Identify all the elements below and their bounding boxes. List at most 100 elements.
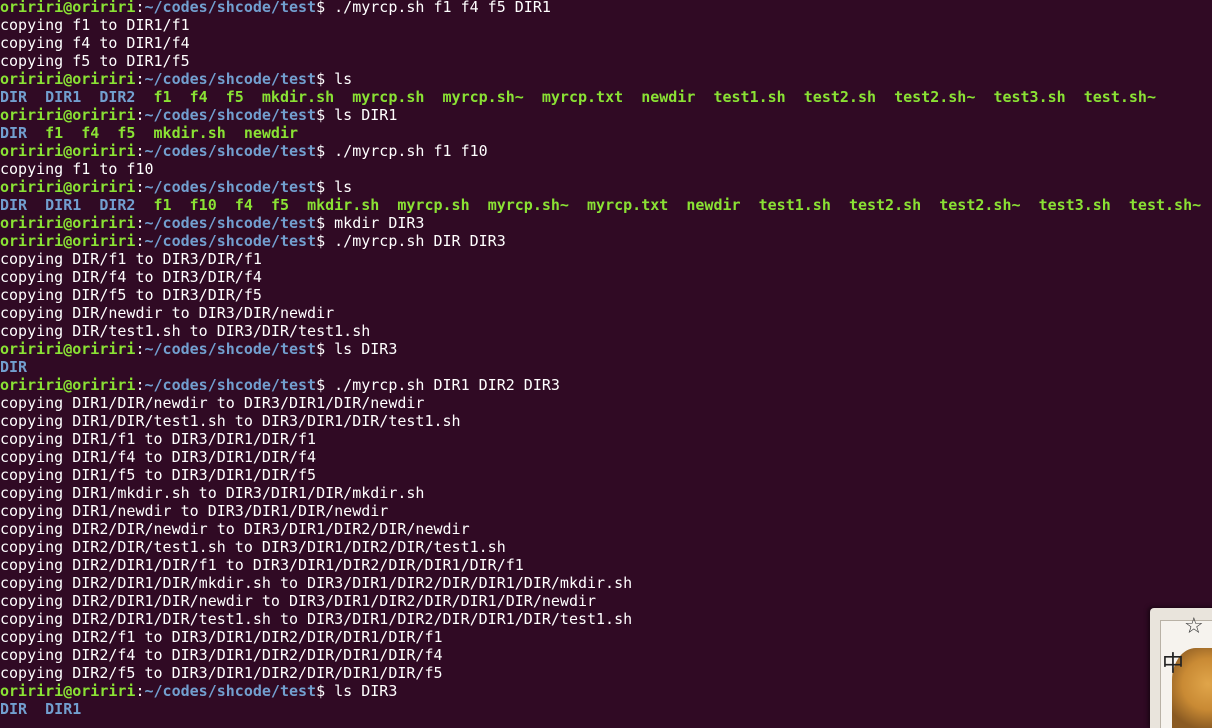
ls-separator xyxy=(741,196,759,214)
output-line: copying DIR/f4 to DIR3/DIR/f4 xyxy=(0,268,262,286)
prompt-symbol: $ xyxy=(316,340,335,358)
prompt-colon: : xyxy=(135,178,145,196)
output-line: copying f5 to DIR1/f5 xyxy=(0,52,190,70)
output-line: copying f1 to DIR1/f1 xyxy=(0,16,190,34)
ls-directory-entry: DIR2 xyxy=(99,196,136,214)
ls-directory-entry: DIR2 xyxy=(99,88,136,106)
prompt-user: oririri@oririri xyxy=(0,106,136,124)
output-line: copying DIR2/f4 to DIR3/DIR1/DIR2/DIR/DI… xyxy=(0,646,443,664)
prompt-colon: : xyxy=(135,0,145,16)
output-line: copying DIR/test1.sh to DIR3/DIR/test1.s… xyxy=(0,322,371,340)
prompt-symbol: $ xyxy=(316,142,335,160)
ls-separator xyxy=(172,88,190,106)
prompt-colon: : xyxy=(135,142,145,160)
prompt-colon: : xyxy=(135,682,145,700)
ls-separator xyxy=(668,196,686,214)
ls-file-entry: f5 xyxy=(117,124,136,142)
prompt-path: ~/codes/shcode/test xyxy=(144,106,317,124)
ls-file-entry: test3.sh xyxy=(993,88,1066,106)
ls-directory-entry: DIR xyxy=(0,124,28,142)
ls-file-entry: f4 xyxy=(189,88,208,106)
ls-file-entry: newdir xyxy=(641,88,696,106)
ls-file-entry: newdir xyxy=(243,124,299,142)
output-line: copying DIR2/DIR1/DIR/test1.sh to DIR3/D… xyxy=(0,610,633,628)
prompt-line: oririri@oririri:~/codes/shcode/test$ ./m… xyxy=(0,142,1212,160)
ls-file-entry: test1.sh xyxy=(713,88,786,106)
output-line: copying DIR/f5 to DIR3/DIR/f5 xyxy=(0,286,262,304)
command-text: ./myrcp.sh f1 f4 f5 DIR1 xyxy=(334,0,551,16)
ls-directory-entry: DIR xyxy=(0,88,28,106)
output-line: copying DIR2/f1 to DIR3/DIR1/DIR2/DIR/DI… xyxy=(0,628,443,646)
prompt-colon: : xyxy=(135,376,145,394)
ls-file-entry: myrcp.sh xyxy=(352,88,425,106)
command-text: mkdir DIR3 xyxy=(334,214,425,232)
ls-directory-entry: DIR1 xyxy=(45,88,82,106)
ls-separator xyxy=(975,88,993,106)
prompt-line: oririri@oririri:~/codes/shcode/test$ ls … xyxy=(0,106,1212,124)
ls-separator xyxy=(27,124,45,142)
prompt-symbol: $ xyxy=(316,232,335,250)
prompt-symbol: $ xyxy=(316,178,335,196)
ls-file-entry: test.sh~ xyxy=(1128,196,1202,214)
prompt-symbol: $ xyxy=(316,106,335,124)
ls-separator xyxy=(831,196,849,214)
prompt-line: oririri@oririri:~/codes/shcode/test$ ls … xyxy=(0,682,1212,700)
output-line: copying DIR1/DIR/newdir to DIR3/DIR1/DIR… xyxy=(0,394,425,412)
prompt-user: oririri@oririri xyxy=(0,0,136,16)
ls-file-entry: f1 xyxy=(153,196,172,214)
prompt-colon: : xyxy=(135,70,145,88)
prompt-path: ~/codes/shcode/test xyxy=(144,70,317,88)
prompt-user: oririri@oririri xyxy=(0,70,136,88)
ls-separator xyxy=(921,196,939,214)
prompt-path: ~/codes/shcode/test xyxy=(144,682,317,700)
ls-file-entry: mkdir.sh xyxy=(153,124,226,142)
ls-separator xyxy=(876,88,894,106)
prompt-line: oririri@oririri:~/codes/shcode/test$ ls xyxy=(0,178,1212,196)
ls-file-entry: myrcp.sh~ xyxy=(442,88,524,106)
prompt-symbol: $ xyxy=(316,376,335,394)
ls-listing: DIR DIR1 xyxy=(0,700,1212,718)
ls-file-entry: test2.sh xyxy=(848,196,922,214)
ls-separator xyxy=(786,88,804,106)
ls-file-entry: mkdir.sh xyxy=(307,196,380,214)
ls-listing: DIR DIR1 DIR2 f1 f4 f5 mkdir.sh myrcp.sh… xyxy=(0,88,1212,106)
ls-separator xyxy=(135,124,153,142)
terminal-output[interactable]: oririri@oririri:~/codes/shcode/test$ ./m… xyxy=(0,0,1212,721)
prompt-colon: : xyxy=(135,214,145,232)
prompt-line: oririri@oririri:~/codes/shcode/test$ ./m… xyxy=(0,376,1212,394)
ls-separator xyxy=(569,196,587,214)
command-text: ./myrcp.sh DIR1 DIR2 DIR3 xyxy=(334,376,560,394)
prompt-user: oririri@oririri xyxy=(0,178,136,196)
prompt-user: oririri@oririri xyxy=(0,682,136,700)
ls-separator xyxy=(1021,196,1039,214)
output-line: copying DIR1/f5 to DIR3/DIR1/DIR/f5 xyxy=(0,466,317,484)
ls-separator xyxy=(289,196,307,214)
ls-file-entry: myrcp.sh xyxy=(397,196,470,214)
command-text: ls DIR3 xyxy=(334,682,398,700)
desktop-thumbnail[interactable]: ☆ 中 xyxy=(1150,608,1212,728)
ls-directory-entry: DIR1 xyxy=(45,700,82,718)
ls-directory-entry: DIR xyxy=(0,196,28,214)
ls-file-entry: test2.sh xyxy=(803,88,877,106)
prompt-path: ~/codes/shcode/test xyxy=(144,142,317,160)
ls-separator xyxy=(208,88,226,106)
prompt-path: ~/codes/shcode/test xyxy=(144,340,317,358)
ls-separator xyxy=(63,124,81,142)
ls-separator xyxy=(27,88,45,106)
output-line: copying DIR1/mkdir.sh to DIR3/DIR1/DIR/m… xyxy=(0,484,425,502)
output-line: copying DIR2/DIR/newdir to DIR3/DIR1/DIR… xyxy=(0,520,470,538)
ls-file-entry: test3.sh xyxy=(1038,196,1111,214)
ls-directory-entry: DIR1 xyxy=(45,196,82,214)
prompt-path: ~/codes/shcode/test xyxy=(144,232,317,250)
output-line: copying DIR1/f4 to DIR3/DIR1/DIR/f4 xyxy=(0,448,317,466)
prompt-line: oririri@oririri:~/codes/shcode/test$ ls xyxy=(0,70,1212,88)
output-line: copying DIR2/DIR1/DIR/mkdir.sh to DIR3/D… xyxy=(0,574,633,592)
star-icon: ☆ xyxy=(1184,614,1204,639)
ls-separator xyxy=(27,700,45,718)
ls-listing: DIR xyxy=(0,358,1212,376)
ls-file-entry: myrcp.txt xyxy=(587,196,669,214)
ls-separator xyxy=(524,88,542,106)
output-line: copying DIR1/f1 to DIR3/DIR1/DIR/f1 xyxy=(0,430,317,448)
ls-separator xyxy=(135,196,153,214)
ls-directory-entry: DIR xyxy=(0,700,28,718)
